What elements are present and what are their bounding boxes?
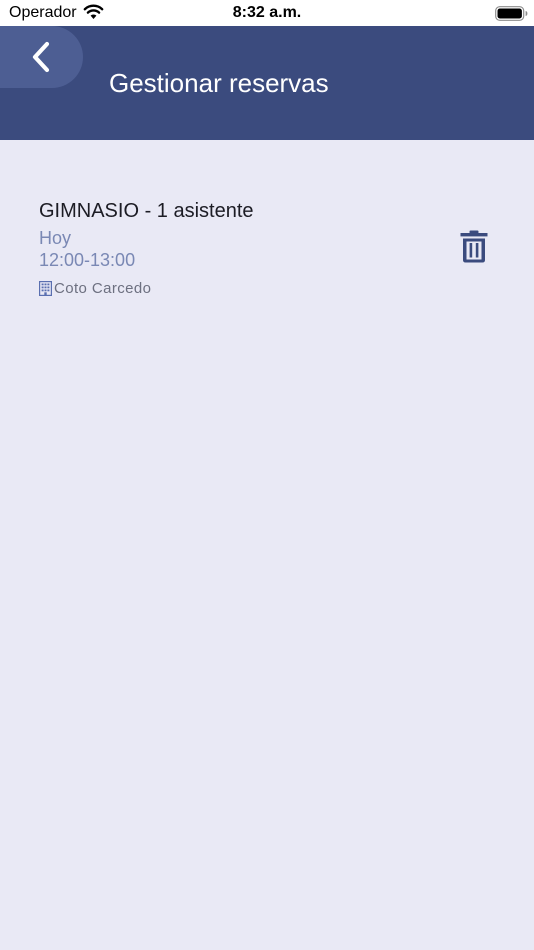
status-bar: Operador 8:32 a.m. bbox=[0, 0, 534, 26]
booking-day: Hoy bbox=[39, 228, 72, 248]
booking-location-label: Coto Carcedo bbox=[54, 279, 152, 297]
delete-booking-button[interactable] bbox=[455, 226, 493, 268]
booking-title: GIMNASIO - 1 asistente bbox=[39, 200, 254, 222]
chevron-left-icon bbox=[32, 41, 50, 73]
booking-location: Coto Carcedo bbox=[39, 278, 151, 298]
building-icon bbox=[39, 280, 52, 296]
trash-icon bbox=[460, 230, 488, 263]
back-button[interactable] bbox=[0, 26, 83, 88]
page-title: Gestionar reservas bbox=[109, 68, 329, 98]
status-time: 8:32 a.m. bbox=[232, 4, 302, 21]
booking-list-item: GIMNASIO - 1 asistente Hoy 12:00-13:00 C… bbox=[0, 140, 534, 320]
battery-icon bbox=[495, 6, 528, 21]
booking-time-range: 12:00-13:00 bbox=[39, 250, 136, 270]
